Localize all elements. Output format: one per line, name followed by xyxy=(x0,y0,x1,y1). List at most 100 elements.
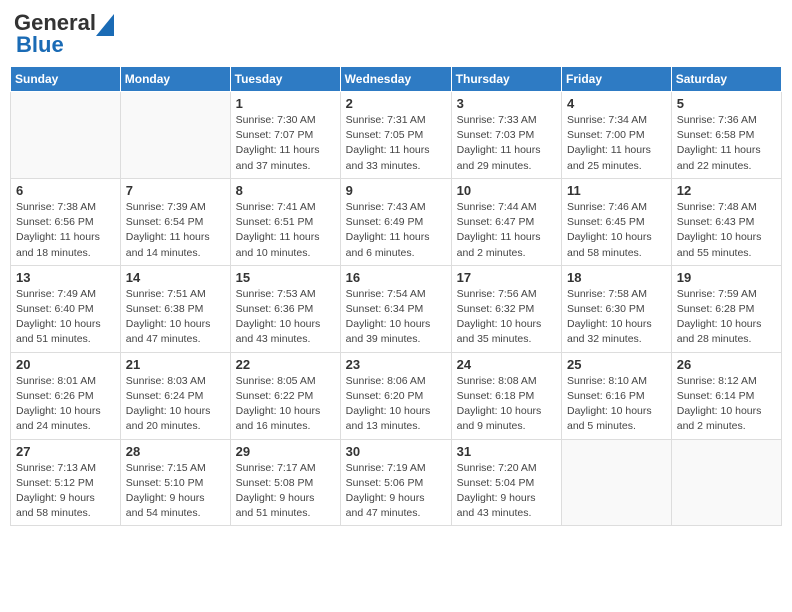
day-info: Sunrise: 7:30 AM Sunset: 7:07 PM Dayligh… xyxy=(236,113,335,174)
day-number: 9 xyxy=(346,183,446,198)
day-info: Sunrise: 7:20 AM Sunset: 5:04 PM Dayligh… xyxy=(457,461,556,522)
day-number: 4 xyxy=(567,96,666,111)
calendar-cell: 5Sunrise: 7:36 AM Sunset: 6:58 PM Daylig… xyxy=(671,92,781,179)
day-number: 13 xyxy=(16,270,115,285)
calendar-cell: 3Sunrise: 7:33 AM Sunset: 7:03 PM Daylig… xyxy=(451,92,561,179)
calendar-cell: 23 Sunrise: 8:06 AM Sunset: 6:20 PM Dayli… xyxy=(340,352,451,439)
day-info: Sunrise: 7:38 AM Sunset: 6:56 PM Dayligh… xyxy=(16,200,115,261)
day-info: Sunrise: 8:08 AM Sunset: 6:18 PM Dayligh… xyxy=(457,374,556,435)
day-info: Sunrise: 8:06 AM Sunset: 6:20 PM Dayligh… xyxy=(346,374,446,435)
calendar-cell: 22 Sunrise: 8:05 AM Sunset: 6:22 PM Dayli… xyxy=(230,352,340,439)
day-info: Sunrise: 7:54 AM Sunset: 6:34 PM Dayligh… xyxy=(346,287,446,348)
calendar-cell: 7 Sunrise: 7:39 AM Sunset: 6:54 PM Daylig… xyxy=(120,178,230,265)
day-info: Sunrise: 7:49 AM Sunset: 6:40 PM Dayligh… xyxy=(16,287,115,348)
calendar-cell: 19 Sunrise: 7:59 AM Sunset: 6:28 PM Dayli… xyxy=(671,265,781,352)
weekday-header-thursday: Thursday xyxy=(451,67,561,92)
calendar-cell: 26 Sunrise: 8:12 AM Sunset: 6:14 PM Dayli… xyxy=(671,352,781,439)
calendar-cell: 21 Sunrise: 8:03 AM Sunset: 6:24 PM Dayli… xyxy=(120,352,230,439)
calendar-cell: 14 Sunrise: 7:51 AM Sunset: 6:38 PM Dayli… xyxy=(120,265,230,352)
day-number: 20 xyxy=(16,357,115,372)
calendar-cell: 11Sunrise: 7:46 AM Sunset: 6:45 PM Dayli… xyxy=(562,178,672,265)
day-info: Sunrise: 7:56 AM Sunset: 6:32 PM Dayligh… xyxy=(457,287,556,348)
day-number: 21 xyxy=(126,357,225,372)
day-info: Sunrise: 7:39 AM Sunset: 6:54 PM Dayligh… xyxy=(126,200,225,261)
calendar-week-row: 20 Sunrise: 8:01 AM Sunset: 6:26 PM Dayli… xyxy=(11,352,782,439)
calendar-cell: 30 Sunrise: 7:19 AM Sunset: 5:06 PM Dayli… xyxy=(340,439,451,526)
calendar-cell: 25 Sunrise: 8:10 AM Sunset: 6:16 PM Dayli… xyxy=(562,352,672,439)
day-number: 25 xyxy=(567,357,666,372)
weekday-header-sunday: Sunday xyxy=(11,67,121,92)
calendar-cell xyxy=(562,439,672,526)
calendar-week-row: 1 Sunrise: 7:30 AM Sunset: 7:07 PM Daylig… xyxy=(11,92,782,179)
day-info: Sunrise: 7:13 AM Sunset: 5:12 PM Dayligh… xyxy=(16,461,115,522)
day-number: 5 xyxy=(677,96,776,111)
calendar-week-row: 6 Sunrise: 7:38 AM Sunset: 6:56 PM Daylig… xyxy=(11,178,782,265)
day-number: 22 xyxy=(236,357,335,372)
day-info: Sunrise: 7:51 AM Sunset: 6:38 PM Dayligh… xyxy=(126,287,225,348)
day-number: 3 xyxy=(457,96,556,111)
day-number: 29 xyxy=(236,444,335,459)
day-number: 1 xyxy=(236,96,335,111)
calendar-cell: 10Sunrise: 7:44 AM Sunset: 6:47 PM Dayli… xyxy=(451,178,561,265)
day-info: Sunrise: 7:19 AM Sunset: 5:06 PM Dayligh… xyxy=(346,461,446,522)
day-number: 31 xyxy=(457,444,556,459)
day-number: 6 xyxy=(16,183,115,198)
day-info: Sunrise: 7:31 AM Sunset: 7:05 PM Dayligh… xyxy=(346,113,446,174)
day-info: Sunrise: 7:41 AM Sunset: 6:51 PM Dayligh… xyxy=(236,200,335,261)
weekday-header-friday: Friday xyxy=(562,67,672,92)
day-info: Sunrise: 8:05 AM Sunset: 6:22 PM Dayligh… xyxy=(236,374,335,435)
day-number: 23 xyxy=(346,357,446,372)
logo-blue: Blue xyxy=(14,32,64,58)
day-info: Sunrise: 7:15 AM Sunset: 5:10 PM Dayligh… xyxy=(126,461,225,522)
day-number: 12 xyxy=(677,183,776,198)
calendar-cell: 18 Sunrise: 7:58 AM Sunset: 6:30 PM Dayli… xyxy=(562,265,672,352)
day-info: Sunrise: 7:48 AM Sunset: 6:43 PM Dayligh… xyxy=(677,200,776,261)
calendar-cell: 2 Sunrise: 7:31 AM Sunset: 7:05 PM Daylig… xyxy=(340,92,451,179)
calendar-cell: 8 Sunrise: 7:41 AM Sunset: 6:51 PM Daylig… xyxy=(230,178,340,265)
calendar-cell: 9 Sunrise: 7:43 AM Sunset: 6:49 PM Daylig… xyxy=(340,178,451,265)
calendar-cell: 17 Sunrise: 7:56 AM Sunset: 6:32 PM Dayli… xyxy=(451,265,561,352)
day-number: 28 xyxy=(126,444,225,459)
weekday-header-wednesday: Wednesday xyxy=(340,67,451,92)
day-number: 2 xyxy=(346,96,446,111)
day-info: Sunrise: 8:10 AM Sunset: 6:16 PM Dayligh… xyxy=(567,374,666,435)
day-info: Sunrise: 8:01 AM Sunset: 6:26 PM Dayligh… xyxy=(16,374,115,435)
calendar-cell: 13 Sunrise: 7:49 AM Sunset: 6:40 PM Dayli… xyxy=(11,265,121,352)
calendar-cell: 24Sunrise: 8:08 AM Sunset: 6:18 PM Dayli… xyxy=(451,352,561,439)
calendar-cell xyxy=(671,439,781,526)
day-info: Sunrise: 8:12 AM Sunset: 6:14 PM Dayligh… xyxy=(677,374,776,435)
calendar-cell xyxy=(11,92,121,179)
calendar-cell: 4 Sunrise: 7:34 AM Sunset: 7:00 PM Daylig… xyxy=(562,92,672,179)
day-info: Sunrise: 7:58 AM Sunset: 6:30 PM Dayligh… xyxy=(567,287,666,348)
day-info: Sunrise: 7:17 AM Sunset: 5:08 PM Dayligh… xyxy=(236,461,335,522)
day-info: Sunrise: 8:03 AM Sunset: 6:24 PM Dayligh… xyxy=(126,374,225,435)
day-number: 19 xyxy=(677,270,776,285)
day-number: 8 xyxy=(236,183,335,198)
day-number: 16 xyxy=(346,270,446,285)
day-number: 17 xyxy=(457,270,556,285)
day-number: 15 xyxy=(236,270,335,285)
day-number: 26 xyxy=(677,357,776,372)
day-number: 7 xyxy=(126,183,225,198)
calendar-cell: 1 Sunrise: 7:30 AM Sunset: 7:07 PM Daylig… xyxy=(230,92,340,179)
calendar-cell: 20 Sunrise: 8:01 AM Sunset: 6:26 PM Dayli… xyxy=(11,352,121,439)
calendar-cell: 27Sunrise: 7:13 AM Sunset: 5:12 PM Dayli… xyxy=(11,439,121,526)
day-number: 30 xyxy=(346,444,446,459)
page-header: General Blue xyxy=(10,10,782,58)
day-info: Sunrise: 7:59 AM Sunset: 6:28 PM Dayligh… xyxy=(677,287,776,348)
day-info: Sunrise: 7:43 AM Sunset: 6:49 PM Dayligh… xyxy=(346,200,446,261)
weekday-header-saturday: Saturday xyxy=(671,67,781,92)
day-info: Sunrise: 7:34 AM Sunset: 7:00 PM Dayligh… xyxy=(567,113,666,174)
calendar-cell: 29 Sunrise: 7:17 AM Sunset: 5:08 PM Dayli… xyxy=(230,439,340,526)
calendar-week-row: 27Sunrise: 7:13 AM Sunset: 5:12 PM Dayli… xyxy=(11,439,782,526)
logo-arrow-icon xyxy=(96,14,114,36)
calendar-table: SundayMondayTuesdayWednesdayThursdayFrid… xyxy=(10,66,782,526)
day-number: 18 xyxy=(567,270,666,285)
calendar-cell: 16 Sunrise: 7:54 AM Sunset: 6:34 PM Dayli… xyxy=(340,265,451,352)
day-info: Sunrise: 7:44 AM Sunset: 6:47 PM Dayligh… xyxy=(457,200,556,261)
day-info: Sunrise: 7:46 AM Sunset: 6:45 PM Dayligh… xyxy=(567,200,666,261)
weekday-header-tuesday: Tuesday xyxy=(230,67,340,92)
calendar-cell: 15Sunrise: 7:53 AM Sunset: 6:36 PM Dayli… xyxy=(230,265,340,352)
day-number: 14 xyxy=(126,270,225,285)
weekday-header-monday: Monday xyxy=(120,67,230,92)
